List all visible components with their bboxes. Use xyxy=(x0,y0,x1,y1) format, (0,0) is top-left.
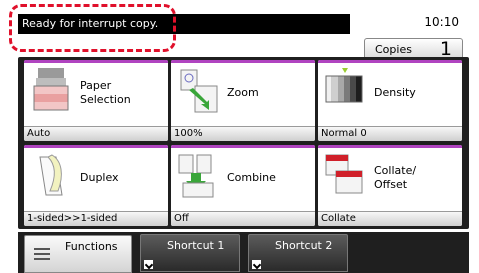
shortcut-arrow-icon xyxy=(144,260,153,269)
tab-functions[interactable]: Functions xyxy=(24,235,132,273)
zoom-button[interactable]: Zoom 100% xyxy=(171,60,315,141)
collate-offset-label: Collate/ Offset xyxy=(374,164,417,191)
density-label: Density xyxy=(374,86,416,99)
paper-selection-value: Auto xyxy=(24,126,168,141)
duplex-button[interactable]: Duplex 1-sided>>1-sided xyxy=(24,145,168,226)
combine-label: Combine xyxy=(227,171,276,184)
density-button[interactable]: Density Normal 0 xyxy=(318,60,462,141)
copies-label: Copies xyxy=(375,43,412,56)
zoom-icon xyxy=(180,69,218,113)
paper-selection-button[interactable]: Paper Selection Auto xyxy=(24,60,168,141)
tile-accent-bar xyxy=(318,60,462,63)
status-highlight-annotation xyxy=(9,4,176,52)
tab-strip: Functions Shortcut 1 Shortcut 2 xyxy=(18,232,469,273)
collate-offset-value: Collate xyxy=(318,211,462,226)
combine-icon xyxy=(178,154,214,198)
duplex-value: 1-sided>>1-sided xyxy=(24,211,168,226)
function-panel: Paper Selection Auto Zoom 100% Density N… xyxy=(18,57,469,229)
paper-tray-icon xyxy=(33,68,69,111)
collate-icon xyxy=(325,154,363,194)
tab-shortcut-2[interactable]: Shortcut 2 xyxy=(248,234,348,272)
tab-functions-label: Functions xyxy=(65,240,118,253)
tile-accent-bar xyxy=(24,145,168,148)
zoom-label: Zoom xyxy=(227,86,259,99)
duplex-icon xyxy=(39,154,63,196)
paper-selection-label: Paper Selection xyxy=(80,79,131,106)
zoom-value: 100% xyxy=(171,126,315,141)
menu-list-icon xyxy=(34,248,50,262)
tile-accent-bar xyxy=(318,145,462,148)
copy-screen: Ready for interrupt copy. 10:10 Copies 1… xyxy=(0,0,479,273)
combine-button[interactable]: Combine Off xyxy=(171,145,315,226)
combine-value: Off xyxy=(171,211,315,226)
tile-accent-bar xyxy=(171,145,315,148)
clock: 10:10 xyxy=(424,15,459,29)
tile-accent-bar xyxy=(24,60,168,63)
collate-offset-button[interactable]: Collate/ Offset Collate xyxy=(318,145,462,226)
duplex-label: Duplex xyxy=(80,171,119,184)
density-value: Normal 0 xyxy=(318,126,462,141)
density-icon xyxy=(325,68,363,103)
shortcut-arrow-icon xyxy=(252,260,261,269)
tile-accent-bar xyxy=(171,60,315,63)
tab-shortcut-1[interactable]: Shortcut 1 xyxy=(140,234,240,272)
tab-shortcut-2-label: Shortcut 2 xyxy=(275,239,333,252)
tab-shortcut-1-label: Shortcut 1 xyxy=(167,239,225,252)
